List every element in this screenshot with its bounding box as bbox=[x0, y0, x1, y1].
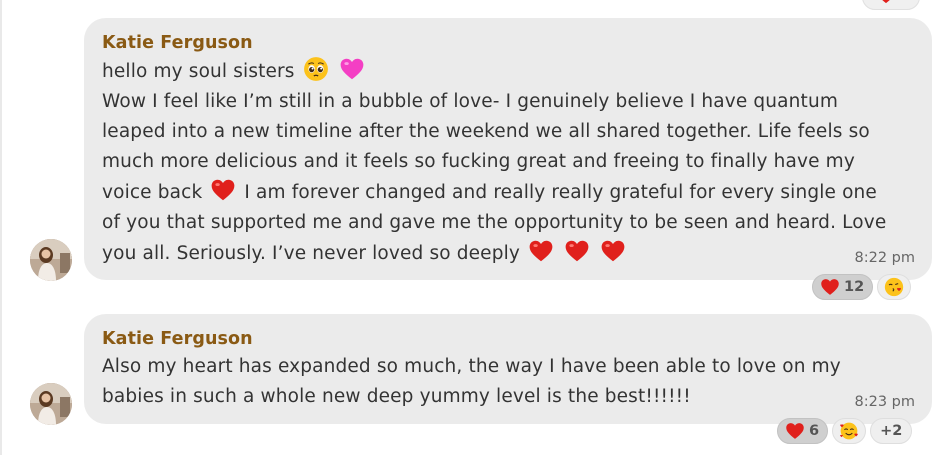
red-heart-icon bbox=[565, 240, 589, 262]
avatar[interactable] bbox=[30, 383, 72, 425]
text-line: of you that supported me and gave me the… bbox=[102, 212, 887, 233]
face-blowing-kiss-icon bbox=[885, 277, 904, 297]
pleading-face-icon bbox=[303, 57, 328, 81]
red-heart-icon bbox=[821, 279, 839, 295]
red-heart-icon bbox=[211, 179, 235, 201]
red-heart-icon bbox=[786, 423, 804, 439]
text-line: much more delicious and it feels so fuck… bbox=[102, 151, 855, 172]
red-heart-icon bbox=[601, 240, 625, 262]
user-photo-icon bbox=[30, 239, 72, 281]
text-line: Wow I feel like I’m still in a bubble of… bbox=[102, 91, 838, 112]
text-line: you all. Seriously. I’ve never loved so … bbox=[102, 243, 520, 264]
reaction-count: 12 bbox=[844, 279, 865, 295]
previous-reaction-pill[interactable] bbox=[862, 0, 920, 10]
sender-name[interactable]: Katie Ferguson bbox=[102, 32, 914, 54]
text-line: Also my heart has expanded so much, the … bbox=[102, 356, 841, 377]
message-text: hello my soul sisters Wow I feel like I’… bbox=[102, 56, 914, 269]
thread-divider bbox=[0, 0, 2, 455]
reaction-count: +2 bbox=[880, 423, 903, 439]
reaction-bar: 12 bbox=[812, 274, 912, 300]
smiling-face-with-hearts-icon bbox=[840, 422, 858, 440]
reaction-heart-button[interactable]: 6 bbox=[777, 418, 829, 444]
reaction-kiss-button[interactable] bbox=[877, 274, 912, 300]
text-line: I am forever changed and really really g… bbox=[244, 182, 877, 203]
message-timestamp: 8:23 pm bbox=[854, 394, 916, 410]
avatar[interactable] bbox=[30, 239, 72, 281]
text-line: hello my soul sisters bbox=[102, 61, 295, 82]
text-line: leaped into a new timeline after the wee… bbox=[102, 121, 870, 142]
sender-name[interactable]: Katie Ferguson bbox=[102, 328, 914, 350]
reaction-heart-button[interactable]: 12 bbox=[812, 274, 874, 300]
user-photo-icon bbox=[30, 383, 72, 425]
message-timestamp: 8:22 pm bbox=[854, 250, 916, 266]
heart-icon bbox=[882, 0, 890, 4]
red-heart-icon bbox=[529, 240, 553, 262]
reaction-count: 6 bbox=[809, 423, 820, 439]
text-line: babies in such a whole new deep yummy le… bbox=[102, 386, 691, 407]
chat-thread: Katie Ferguson hello my soul sisters Wow… bbox=[0, 0, 946, 455]
more-reactions-button[interactable]: +2 bbox=[870, 418, 913, 444]
message-bubble[interactable]: Katie Ferguson hello my soul sisters Wow… bbox=[84, 18, 932, 280]
reaction-bar: 6 +2 bbox=[777, 418, 913, 444]
message-bubble[interactable]: Katie Ferguson Also my heart has expande… bbox=[84, 314, 932, 424]
message-text: Also my heart has expanded so much, the … bbox=[102, 352, 914, 412]
reaction-hearts-face-button[interactable] bbox=[832, 418, 867, 444]
pink-heart-icon bbox=[340, 58, 364, 80]
text-line: voice back bbox=[102, 182, 203, 203]
